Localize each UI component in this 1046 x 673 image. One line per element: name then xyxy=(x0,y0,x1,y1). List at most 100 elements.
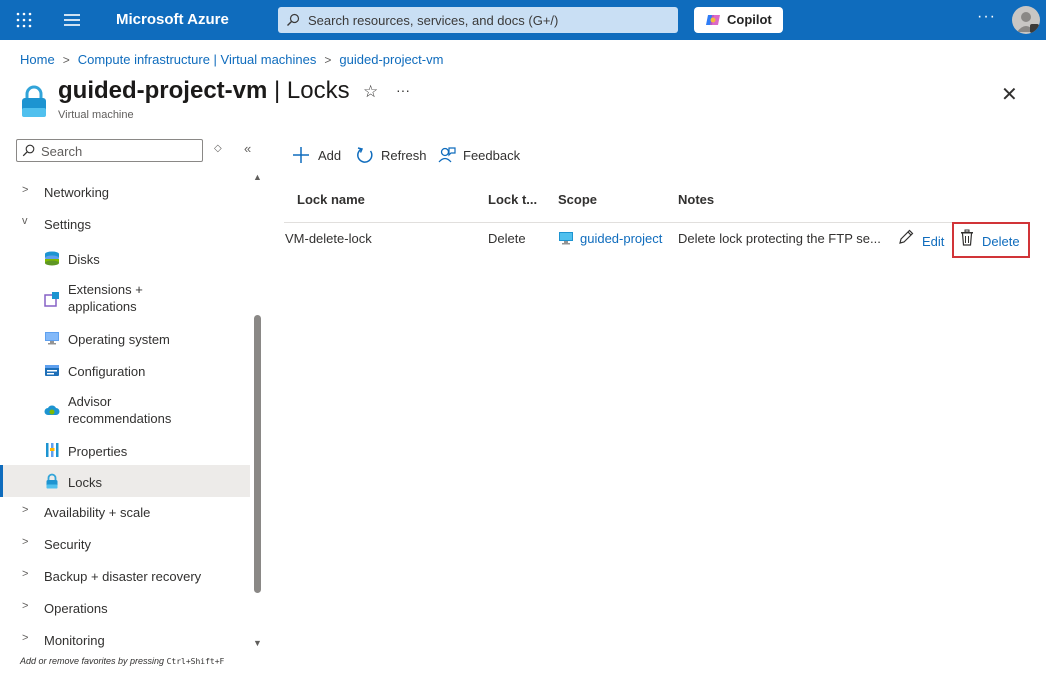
sidebar-item-properties[interactable]: Properties xyxy=(0,438,250,462)
refresh-button[interactable]: Refresh xyxy=(356,144,428,166)
chevron-right-icon: > xyxy=(22,632,29,644)
configuration-icon xyxy=(44,362,60,378)
top-bar: Microsoft Azure Search resources, servic… xyxy=(0,0,1046,40)
search-icon xyxy=(286,13,300,27)
add-label: Add xyxy=(318,148,342,163)
breadcrumb-virtual-machines[interactable]: Compute infrastructure | Virtual machine… xyxy=(78,52,317,67)
close-icon[interactable]: ✕ xyxy=(1001,82,1018,107)
sidebar-item-label: Extensions + applications xyxy=(68,282,143,314)
more-actions-icon[interactable]: ··· xyxy=(396,82,410,98)
copilot-label: Copilot xyxy=(727,12,772,27)
menu-search-placeholder: Search xyxy=(41,144,83,159)
sidebar-item-label: Operating system xyxy=(68,332,170,347)
sidebar-item-availability-scale[interactable]: > Availability + scale xyxy=(0,500,250,524)
cell-scope-link[interactable]: guided-project xyxy=(580,231,662,246)
breadcrumb: Home > Compute infrastructure | Virtual ma… xyxy=(20,51,443,67)
sidebar-item-label: Disks xyxy=(68,252,100,267)
edit-label: Edit xyxy=(922,234,945,249)
sidebar-item-label: Monitoring xyxy=(44,633,105,648)
waffle-icon[interactable] xyxy=(14,11,34,29)
sidebar-item-operations[interactable]: > Operations xyxy=(0,596,250,620)
favorites-hint-text: Add or remove favorites by pressing xyxy=(20,656,167,666)
feedback-label: Feedback xyxy=(463,148,521,163)
menu-search-input[interactable]: Search xyxy=(16,139,203,162)
cell-lock-name: VM-delete-lock xyxy=(285,231,372,246)
chevron-down-icon: v xyxy=(22,215,28,227)
brand-title[interactable]: Microsoft Azure xyxy=(116,11,229,28)
refresh-icon xyxy=(356,146,374,164)
properties-icon xyxy=(44,442,60,458)
more-options-icon[interactable]: ··· xyxy=(977,8,996,26)
sidebar-item-label: Configuration xyxy=(68,364,146,379)
sidebar-item-label: Networking xyxy=(44,185,110,200)
collapse-menu-icon[interactable]: « xyxy=(244,141,251,156)
sidebar-item-settings[interactable]: v Settings xyxy=(0,212,250,236)
sidebar-item-label: Settings xyxy=(44,217,91,232)
extensions-icon xyxy=(44,291,60,307)
breadcrumb-home[interactable]: Home xyxy=(20,52,55,67)
favorites-shortcut: Ctrl+Shift+F xyxy=(166,657,225,666)
sidebar-item-security[interactable]: > Security xyxy=(0,532,250,556)
avatar-icon[interactable] xyxy=(1012,6,1040,34)
page-title: guided-project-vm | Locks xyxy=(58,77,350,105)
sidebar-item-label: Availability + scale xyxy=(44,505,151,520)
cell-scope[interactable]: guided-project xyxy=(558,231,666,246)
sidebar-item-configuration[interactable]: Configuration xyxy=(0,358,250,382)
page-name: | Locks xyxy=(274,77,350,104)
avatar-lock-icon xyxy=(1030,24,1039,33)
expand-collapse-icon[interactable]: ◇ xyxy=(214,143,222,154)
pencil-icon xyxy=(898,229,914,245)
sidebar-item-locks[interactable]: Locks xyxy=(0,465,250,497)
scroll-down-arrow-icon[interactable]: ▼ xyxy=(253,638,262,648)
lock-icon xyxy=(20,84,48,118)
header-divider xyxy=(284,222,1030,223)
edit-button[interactable]: Edit xyxy=(898,228,950,250)
refresh-label: Refresh xyxy=(381,148,427,163)
trash-icon xyxy=(960,229,974,246)
column-header-lock-type[interactable]: Lock t... xyxy=(488,192,537,207)
hamburger-icon[interactable] xyxy=(62,12,82,28)
favorite-star-icon[interactable]: ☆ xyxy=(363,82,378,102)
chevron-right-icon: > xyxy=(22,536,29,548)
cell-notes: Delete lock protecting the FTP se... xyxy=(678,231,881,246)
breadcrumb-vm[interactable]: guided-project-vm xyxy=(339,52,443,67)
advisor-icon xyxy=(44,403,60,419)
monitor-icon xyxy=(44,330,60,346)
copilot-icon xyxy=(706,13,720,27)
sidebar-item-monitoring[interactable]: > Monitoring xyxy=(0,628,250,652)
page-subtitle: Virtual machine xyxy=(58,109,134,121)
active-indicator xyxy=(0,465,3,497)
scroll-up-arrow-icon[interactable]: ▲ xyxy=(253,172,262,182)
cell-lock-type: Delete xyxy=(488,231,526,246)
sidebar-item-disks[interactable]: Disks xyxy=(0,246,250,270)
sidebar-item-label: Backup + disaster recovery xyxy=(44,569,202,584)
sidebar-item-label: Properties xyxy=(68,444,128,459)
sidebar-item-networking[interactable]: > Networking xyxy=(0,180,250,204)
sidebar-item-backup[interactable]: > Backup + disaster recovery xyxy=(0,564,250,588)
virtual-machine-icon xyxy=(558,231,574,245)
copilot-button[interactable]: Copilot xyxy=(694,7,783,33)
plus-icon xyxy=(292,146,310,164)
sidebar-item-advisor-recommendations[interactable]: Advisor recommendations xyxy=(0,392,250,430)
chevron-right-icon: > xyxy=(22,600,29,612)
column-header-scope[interactable]: Scope xyxy=(558,192,597,207)
add-button[interactable]: Add xyxy=(292,144,348,166)
feedback-button[interactable]: Feedback xyxy=(438,144,522,166)
sidebar-scrollbar[interactable] xyxy=(254,315,261,593)
breadcrumb-chevron-icon: > xyxy=(324,52,332,67)
sidebar-item-operating-system[interactable]: Operating system xyxy=(0,326,250,350)
sidebar-item-label: Locks xyxy=(68,475,102,490)
chevron-right-icon: > xyxy=(22,504,29,516)
column-header-notes[interactable]: Notes xyxy=(678,192,714,207)
delete-button[interactable]: Delete xyxy=(952,222,1030,258)
sidebar-item-extensions[interactable]: Extensions + applications xyxy=(0,280,250,318)
disks-icon xyxy=(44,250,60,266)
search-placeholder: Search resources, services, and docs (G+… xyxy=(308,13,559,28)
lock-icon xyxy=(44,473,60,489)
column-header-lock-name[interactable]: Lock name xyxy=(297,192,365,207)
favorites-hint: Add or remove favorites by pressing Ctrl… xyxy=(20,656,224,666)
chevron-right-icon: > xyxy=(22,568,29,580)
global-search-input[interactable]: Search resources, services, and docs (G+… xyxy=(278,7,678,33)
sidebar-item-label: Advisor recommendations xyxy=(68,394,172,426)
sidebar-item-label: Security xyxy=(44,537,91,552)
